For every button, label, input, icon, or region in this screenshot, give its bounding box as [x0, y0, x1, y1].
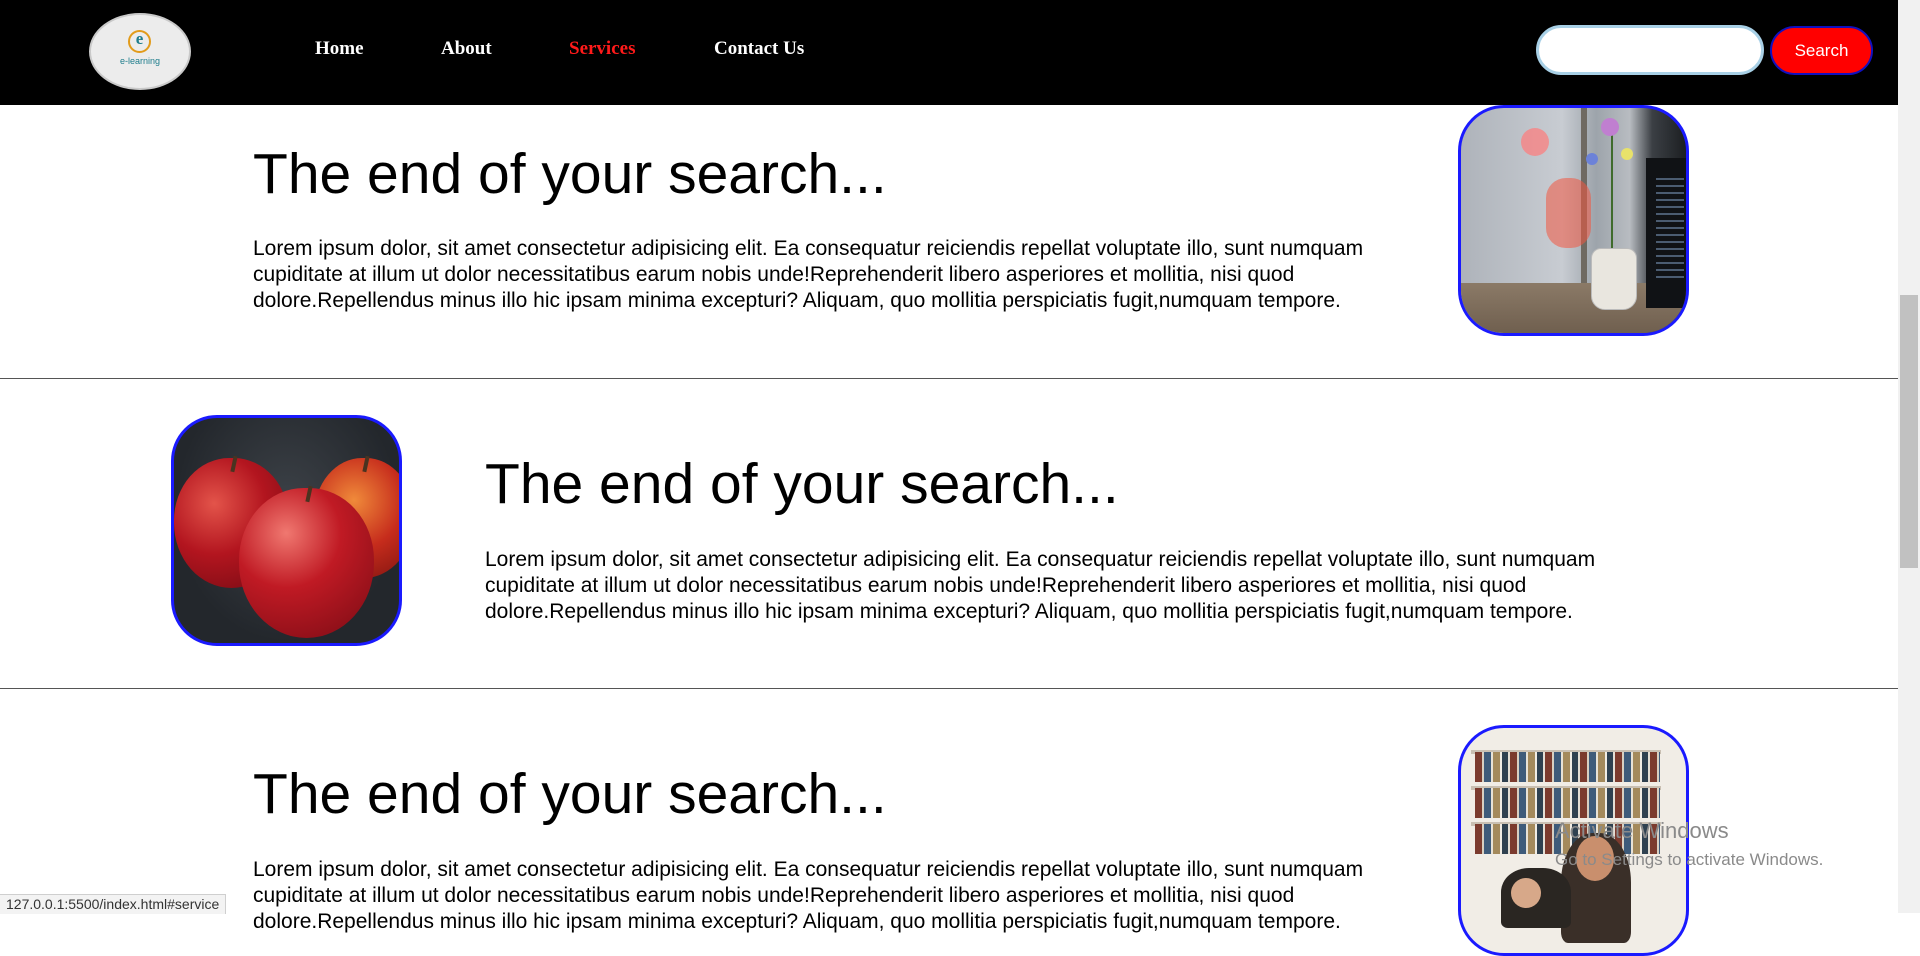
section-text: Lorem ipsum dolor, sit amet consectetur … — [253, 858, 1364, 933]
service-section-1: The end of your search... Lorem ipsum do… — [0, 0, 1898, 378]
section-heading: The end of your search... — [253, 762, 887, 826]
section-text: Lorem ipsum dolor, sit amet consectetur … — [485, 548, 1596, 623]
section-heading: The end of your search... — [485, 452, 1119, 516]
vertical-scrollbar[interactable] — [1898, 0, 1920, 913]
service-section-3: The end of your search... Lorem ipsum do… — [0, 689, 1898, 956]
status-bar-url: 127.0.0.1:5500/index.html#service — [0, 894, 227, 914]
service-image-desk — [1458, 105, 1689, 336]
section-heading: The end of your search... — [253, 142, 887, 206]
section-text: Lorem ipsum dolor, sit amet consectetur … — [253, 237, 1364, 312]
service-image-apples — [171, 415, 402, 646]
scrollbar-thumb[interactable] — [1900, 295, 1918, 568]
activate-windows-subtitle: Go to Settings to activate Windows. — [1555, 850, 1824, 869]
service-section-2: The end of your search... Lorem ipsum do… — [0, 379, 1898, 688]
activate-windows-title: Activate Windows — [1555, 818, 1729, 843]
